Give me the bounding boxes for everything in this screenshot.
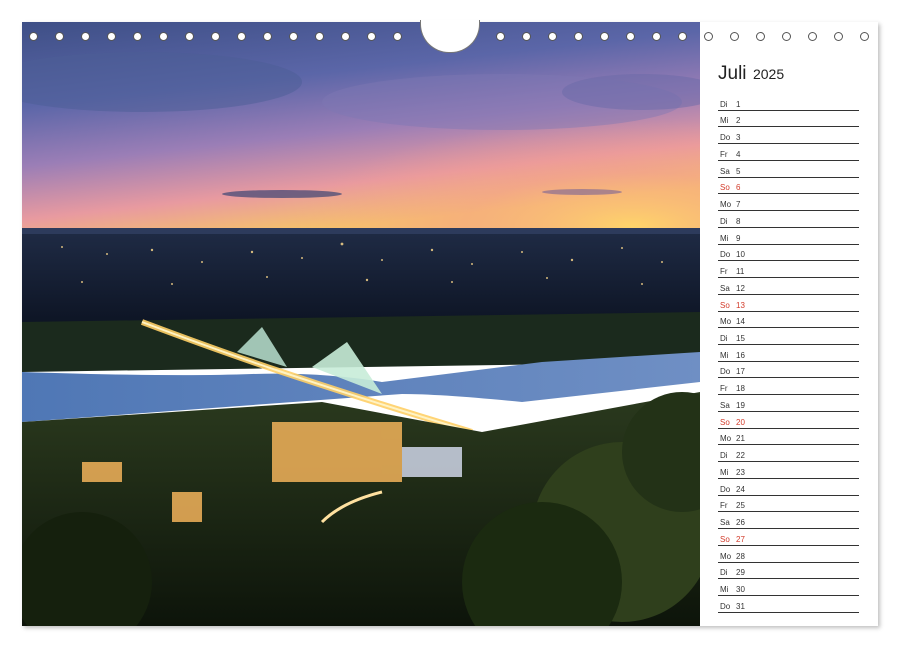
day-number: 29 (736, 568, 745, 578)
day-number: 30 (736, 585, 745, 595)
day-number: 26 (736, 518, 745, 528)
day-number: 7 (736, 200, 741, 210)
day-row: Sa 5 (718, 161, 859, 178)
binding-ring (808, 32, 817, 41)
day-number: 5 (736, 166, 741, 176)
year-label: 2025 (752, 66, 785, 82)
day-number: 1 (736, 99, 741, 109)
day-number: 18 (736, 384, 745, 394)
binding-ring (704, 32, 713, 41)
day-number: 31 (736, 601, 745, 611)
day-row: Di 1 (718, 94, 859, 111)
day-number: 17 (736, 367, 745, 377)
binding-ring (860, 32, 869, 41)
day-number: 25 (736, 501, 745, 511)
day-row: Do 3 (718, 127, 859, 145)
day-list: Di 1 Mi 2 Do 3 Fr 4 Sa 5 So 6 Mo 7 Di 8 Mi 9 Do 10 Fr 11 Sa 12 S… (718, 94, 859, 613)
day-row: Sa 12 (718, 278, 859, 295)
day-row: Mi 23 (718, 462, 859, 479)
day-number: 12 (736, 283, 745, 293)
day-number: 3 (736, 133, 741, 143)
calendar-title: Juli 2025 (718, 62, 859, 94)
day-number: 19 (736, 400, 745, 410)
day-row: Do 31 (718, 596, 859, 613)
city-night-photo (22, 22, 700, 626)
day-number: 22 (736, 451, 745, 461)
day-row: Do 24 (718, 479, 859, 496)
calendar-page: Juli 2025 Di 1 Mi 2 Do 3 Fr 4 Sa 5 So 6 Mo 7 Di 8 Mi 9 Do 1… (22, 20, 878, 626)
binding-ring (730, 32, 739, 41)
day-row-sunday: So 13 (718, 295, 859, 312)
day-row: Mi 9 (718, 228, 859, 245)
dresden-night-landscape-image (22, 22, 700, 626)
day-row: Mo 28 (718, 546, 859, 563)
day-row: Di 29 (718, 563, 859, 580)
day-row: Fr 4 (718, 144, 859, 161)
day-row: Fr 11 (718, 261, 859, 279)
day-row: Mi 30 (718, 579, 859, 597)
binding-ring (782, 32, 791, 41)
month-calendar: Juli 2025 Di 1 Mi 2 Do 3 Fr 4 Sa 5 So 6 Mo 7 Di 8 Mi 9 Do 1… (718, 62, 859, 613)
day-number: 10 (736, 250, 745, 260)
day-number: 20 (736, 417, 745, 427)
day-row: Mo 21 (718, 429, 859, 446)
binding-ring (834, 32, 843, 41)
day-number: 21 (736, 434, 745, 444)
day-row: Sa 26 (718, 512, 859, 530)
day-row: Fr 25 (718, 496, 859, 513)
day-number: 9 (736, 233, 741, 243)
day-row: Mo 7 (718, 194, 859, 212)
day-row-sunday: So 20 (718, 412, 859, 429)
day-number: 23 (736, 467, 745, 477)
day-row: Fr 18 (718, 378, 859, 396)
day-number: 16 (736, 350, 745, 360)
day-row-sunday: So 6 (718, 178, 859, 195)
month-name: Juli (718, 63, 747, 84)
day-number: 8 (736, 216, 741, 226)
day-row: Di 15 (718, 328, 859, 346)
day-number: 14 (736, 317, 745, 327)
day-row: Mi 2 (718, 111, 859, 128)
day-number: 15 (736, 334, 745, 344)
day-number: 28 (736, 551, 745, 561)
day-row-sunday: So 27 (718, 529, 859, 546)
day-row: Sa 19 (718, 395, 859, 412)
day-number: 11 (736, 267, 745, 277)
day-row: Do 10 (718, 245, 859, 262)
day-row: Mo 14 (718, 312, 859, 329)
day-row: Do 17 (718, 362, 859, 379)
day-number: 13 (736, 300, 745, 310)
day-number: 6 (736, 183, 741, 193)
day-number: 2 (736, 116, 741, 126)
day-row: Di 22 (718, 445, 859, 463)
day-number: 24 (736, 484, 745, 494)
day-row: Di 8 (718, 211, 859, 228)
day-row: Mi 16 (718, 345, 859, 362)
binding-ring (756, 32, 765, 41)
day-number: 27 (736, 534, 745, 544)
day-number: 4 (736, 149, 741, 159)
